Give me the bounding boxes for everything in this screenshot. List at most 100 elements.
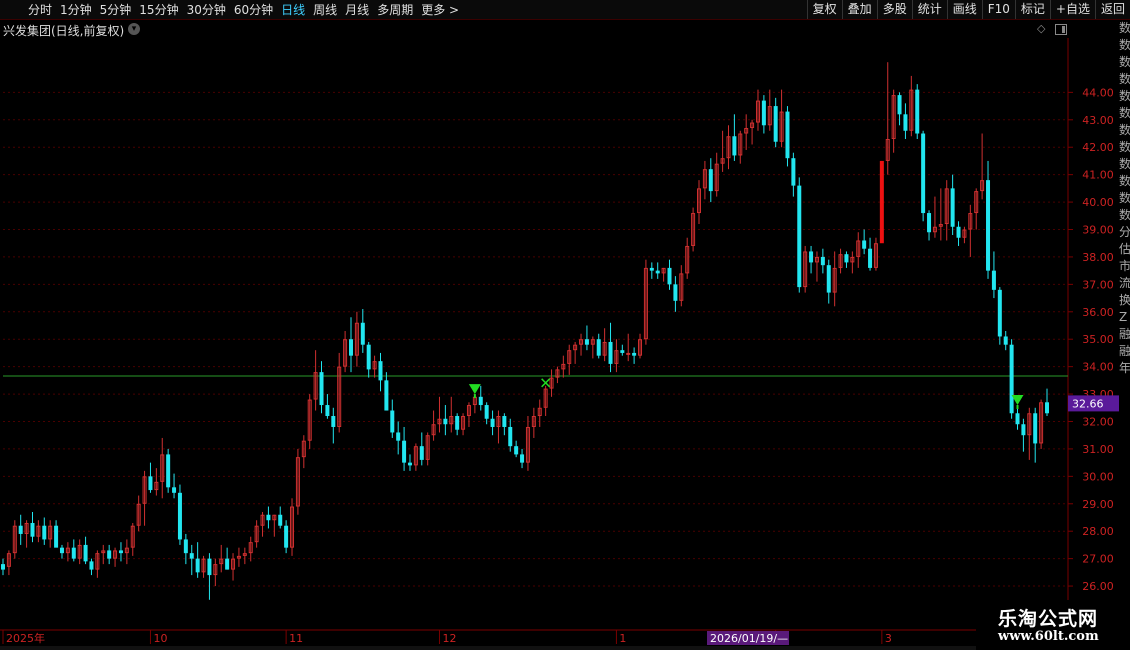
candle-body: [649, 267, 654, 271]
candle-body: [18, 525, 23, 534]
candle-body: [508, 426, 513, 447]
candle-body: [1009, 344, 1014, 414]
candle-body: [655, 270, 660, 274]
y-tick-label: 26.00: [1082, 580, 1114, 593]
y-tick-label: 37.00: [1082, 278, 1114, 291]
logo-url: www.60lt.com: [998, 629, 1099, 644]
candle-body: [484, 405, 489, 419]
candle-body: [89, 561, 94, 570]
candle-body: [921, 133, 926, 214]
candle-body: [118, 550, 123, 554]
info-strip-glyph: 年: [1119, 361, 1130, 375]
info-strip-glyph: 数: [1119, 157, 1130, 171]
info-strip-glyph: 数: [1119, 191, 1130, 205]
candle-body: [903, 114, 908, 131]
candle-body: [956, 226, 961, 238]
logo-text: 乐淘公式网: [998, 608, 1099, 630]
y-tick-label: 32.00: [1082, 415, 1114, 428]
info-strip-glyph: 数: [1119, 208, 1130, 222]
candle-body: [325, 405, 330, 417]
info-strip-glyph: 数: [1119, 21, 1130, 35]
candle-body: [708, 169, 713, 192]
candle-body: [172, 487, 177, 493]
candle-body: [667, 267, 672, 285]
info-strip-glyph: 估: [1119, 242, 1130, 256]
candle-body: [189, 553, 194, 559]
x-tick-label: 12: [442, 632, 456, 645]
candle-body: [278, 514, 283, 526]
candle-body: [1003, 336, 1008, 345]
candle-body: [319, 372, 324, 406]
candle-body: [761, 100, 766, 126]
info-strip-glyph: 分: [1119, 225, 1130, 239]
info-strip-glyph: 流: [1119, 276, 1130, 290]
info-strip-glyph: 数: [1119, 106, 1130, 120]
candle-body: [419, 446, 424, 460]
candle-body: [862, 240, 867, 249]
candle-body: [785, 111, 790, 159]
y-tick-label: 27.00: [1082, 553, 1114, 566]
candle-body: [455, 416, 460, 430]
candle-body: [1021, 424, 1026, 436]
candle-body: [166, 454, 171, 488]
candle-body: [950, 188, 955, 227]
bottom-scrollbar[interactable]: [0, 646, 976, 650]
candlestick-chart[interactable]: 26.0027.0028.0029.0030.0031.0032.0033.00…: [0, 0, 1130, 650]
candle-body: [396, 432, 401, 441]
y-tick-label: 41.00: [1082, 169, 1114, 182]
candle-body: [71, 547, 76, 559]
candle-body: [207, 558, 212, 576]
candle-body: [183, 539, 188, 554]
candle-body: [673, 284, 678, 301]
x-tick-label: 1: [619, 632, 626, 645]
info-strip-glyph: 融: [1119, 327, 1130, 341]
candle-body: [915, 89, 920, 134]
info-strip-glyph: 数: [1119, 89, 1130, 103]
candle-body: [1033, 413, 1038, 444]
candle-body: [1015, 413, 1020, 425]
right-info-strip: 数数数数数数数数数数数数分估市流换Z融融年: [1119, 20, 1130, 465]
candle-body: [514, 446, 519, 455]
candle-body: [632, 352, 637, 356]
candle-body: [107, 550, 112, 559]
candle-body: [390, 410, 395, 433]
y-tick-label: 42.00: [1082, 141, 1114, 154]
x-tick-label: 3: [885, 632, 892, 645]
candle-body: [402, 440, 407, 463]
watermark-logo: 乐淘公式网 www.60lt.com: [976, 600, 1130, 650]
candle-body: [584, 339, 589, 345]
candle-body: [378, 361, 383, 381]
y-tick-label: 38.00: [1082, 251, 1114, 264]
info-strip-glyph: 数: [1119, 140, 1130, 154]
candle-body: [195, 558, 200, 573]
info-strip-glyph: 融: [1119, 344, 1130, 358]
candle-body: [820, 256, 825, 266]
y-tick-label: 30.00: [1082, 470, 1114, 483]
x-tick-label: 10: [153, 632, 167, 645]
info-strip-glyph: 市: [1119, 259, 1130, 273]
y-tick-label: 39.00: [1082, 224, 1114, 237]
candle-body: [177, 492, 182, 540]
candle-body: [596, 339, 601, 356]
signal-arrow-stem: [1016, 405, 1019, 410]
candle-body: [148, 476, 153, 491]
info-strip-glyph: 数: [1119, 174, 1130, 188]
signal-down-arrow: [468, 384, 481, 395]
last-price-label: 32.66: [1072, 397, 1104, 410]
candle-body: [797, 185, 802, 288]
candle-body: [502, 416, 507, 427]
x-tick-label: 11: [289, 632, 303, 645]
info-strip-glyph: 换: [1119, 293, 1130, 307]
candle-body: [490, 418, 495, 427]
candle-body: [360, 322, 365, 345]
candle-body: [608, 341, 613, 364]
candle-body: [83, 544, 88, 562]
candle-body: [1045, 402, 1049, 414]
candle-body: [844, 254, 849, 263]
candle-body: [927, 213, 932, 233]
candle-body: [30, 522, 35, 537]
info-strip-glyph: Z: [1119, 310, 1128, 324]
candle-body: [809, 251, 814, 263]
candle-body: [997, 289, 1002, 337]
cursor-date-label: 2026/01/19/—: [710, 632, 788, 645]
